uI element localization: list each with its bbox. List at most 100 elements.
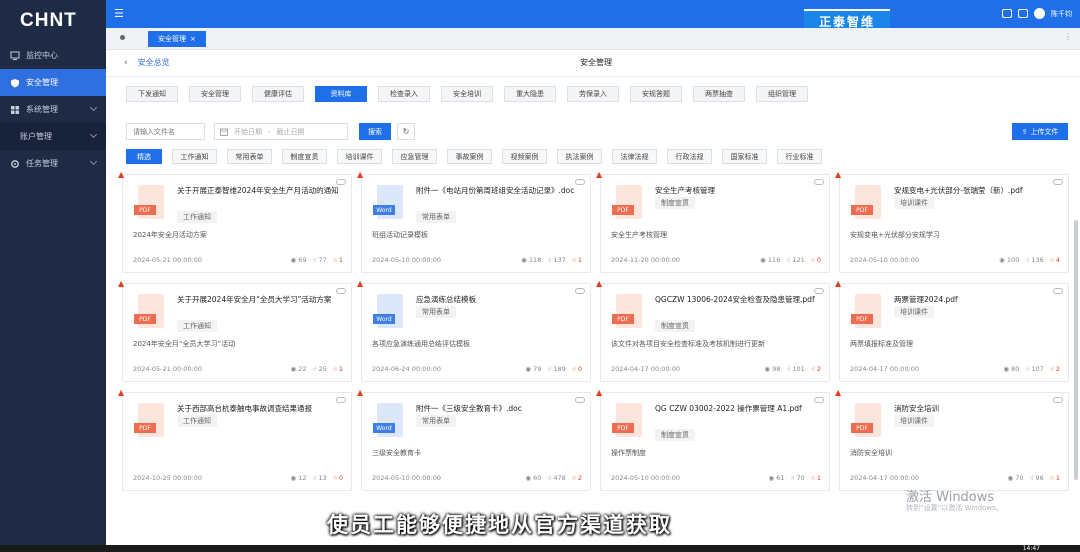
document-card[interactable]: ▲ Word 附件一《三级安全教育卡》.doc 常用表单 三级安全教育卡 2024-05-… — [357, 388, 591, 491]
document-card[interactable]: ▲ PDF 两票管理2024.pdf 培训课件 两票填报标准及管理 2024-04-17 … — [835, 279, 1069, 382]
main-content: ‹ 安全总览 安全管理 下发通知 安全管理 健康评估 资料库 检查录入 安全培训… — [106, 50, 1080, 545]
hot-stat[interactable]: ☝ 1 — [333, 365, 343, 373]
hot-stat[interactable]: ☝ 4 — [1050, 256, 1060, 264]
card-title[interactable]: 关于西部高台杭泰触电事故调查结果通报 — [177, 403, 347, 414]
sidebar-item-monitor[interactable]: 监控中心 — [0, 42, 106, 69]
sub-tab[interactable]: 国家标准 — [722, 149, 767, 164]
search-input[interactable] — [126, 123, 205, 140]
upload-button[interactable]: ⇪ 上传文件 — [1012, 123, 1068, 140]
card-title[interactable]: 附件一《电站月份第周班组安全活动记录》.doc — [416, 185, 586, 196]
sub-tab[interactable]: 事故案例 — [447, 149, 492, 164]
card-title[interactable]: 关于开展正泰智维2024年安全生产月活动的通知 — [177, 185, 347, 196]
word-file-icon: Word — [373, 294, 407, 330]
document-card[interactable]: ▲ Word 应急演练总结模板 常用表单 各项应急演练通用总结评估模板 2024-06-2… — [357, 279, 591, 382]
likes-stat[interactable]: ☝ 96 — [1029, 474, 1043, 482]
likes-stat[interactable]: ☝ 478 — [547, 474, 565, 482]
hot-stat[interactable]: ☝ 1 — [572, 256, 582, 264]
document-card[interactable]: ▲ PDF 安规变电+光伏部分-张瑞莹（新）.pdf 培训课件 安规变电+光伏部分安规学… — [835, 170, 1069, 273]
document-card[interactable]: ▲ PDF 关于开展2024年安全月“全员大学习”活动方案 工作通知 2024年安全月“… — [118, 279, 352, 382]
category-tab[interactable]: 健康评估 — [252, 86, 304, 102]
likes-stat[interactable]: ☝ 25 — [312, 365, 326, 373]
category-tab[interactable]: 下发通知 — [126, 86, 178, 102]
document-card[interactable]: ▲ PDF QGCZW 13006-2024安全检查及隐患管理.pdf 制度宣贯 该文件… — [596, 279, 830, 382]
card-title[interactable]: 两票管理2024.pdf — [894, 294, 1064, 305]
card-title[interactable]: QGCZW 13006-2024安全检查及隐患管理.pdf — [655, 294, 825, 305]
fullscreen-icon[interactable] — [1018, 9, 1028, 18]
category-tab[interactable]: 两票抽查 — [693, 86, 745, 102]
search-button[interactable]: 搜索 — [359, 123, 391, 140]
end-date-field[interactable]: 截止日期 — [277, 127, 305, 137]
sub-tab[interactable]: 应急管理 — [392, 149, 437, 164]
likes-stat[interactable]: ☝ 77 — [312, 256, 326, 264]
likes-stat[interactable]: ☝ 107 — [1025, 365, 1043, 373]
card-title[interactable]: 应急演练总结模板 — [416, 294, 586, 305]
category-tab[interactable]: 组织管理 — [756, 86, 808, 102]
menu-icon[interactable]: ☰ — [114, 7, 124, 20]
back-arrow-icon[interactable]: ‹ — [124, 58, 128, 68]
hot-stat[interactable]: ☝ 1 — [811, 474, 821, 482]
home-dot-icon[interactable] — [120, 35, 125, 40]
user-name[interactable]: 陈千钧 — [1051, 9, 1072, 19]
hot-stat[interactable]: ☝ 2 — [811, 365, 821, 373]
hot-stat[interactable]: ☝ 2 — [572, 474, 582, 482]
breadcrumb[interactable]: ‹ 安全总览 — [124, 57, 170, 68]
card-title[interactable]: 附件一《三级安全教育卡》.doc — [416, 403, 586, 414]
category-tab[interactable]: 重大隐患 — [504, 86, 556, 102]
scrollbar[interactable] — [1074, 220, 1078, 480]
hot-stat[interactable]: ☝ 1 — [1050, 474, 1060, 482]
start-date-field[interactable]: 开始日期 — [234, 127, 262, 137]
category-tab[interactable]: 安规答题 — [630, 86, 682, 102]
likes-stat[interactable]: ☝ 189 — [547, 365, 565, 373]
document-card[interactable]: ▲ PDF 关于开展正泰智维2024年安全生产月活动的通知 工作通知 2024年安全月活… — [118, 170, 352, 273]
card-title[interactable]: 消防安全培训 — [894, 403, 1064, 414]
category-tab[interactable]: 安全管理 — [189, 86, 241, 102]
card-title[interactable]: 安全生产考核管理 — [655, 185, 825, 196]
hot-stat[interactable]: ☝ 2 — [1050, 365, 1060, 373]
document-card[interactable]: ▲ PDF 关于西部高台杭泰触电事故调查结果通报 工作通知 2024-10-25 00:… — [118, 388, 352, 491]
tab-safety-management[interactable]: 安全管理 × — [148, 31, 206, 47]
document-card[interactable]: ▲ PDF QG CZW 03002-2022 操作票管理 A1.pdf 制度宣贯 操作… — [596, 388, 830, 491]
likes-stat[interactable]: ☝ 137 — [547, 256, 565, 264]
sub-tab[interactable]: 行政法规 — [667, 149, 712, 164]
refresh-button[interactable]: ↻ — [397, 123, 415, 140]
sidebar-item-tasks[interactable]: 任务管理 — [0, 150, 106, 177]
more-icon[interactable]: ⋮ — [1064, 32, 1072, 41]
sub-tab[interactable]: 工作通知 — [172, 149, 217, 164]
avatar[interactable] — [1034, 8, 1045, 19]
category-tab[interactable]: 检查录入 — [378, 86, 430, 102]
category-tab[interactable]: 安全培训 — [441, 86, 493, 102]
message-icon[interactable] — [1002, 9, 1012, 18]
card-title[interactable]: 关于开展2024年安全月“全员大学习”活动方案 — [177, 294, 347, 305]
sub-tab[interactable]: 法律法规 — [612, 149, 657, 164]
sub-tab[interactable]: 行业标准 — [777, 149, 822, 164]
sub-tab[interactable]: 执法案例 — [557, 149, 602, 164]
sub-tab[interactable]: 制度宣贯 — [282, 149, 327, 164]
date-range-picker[interactable]: 开始日期 - 截止日期 — [214, 123, 348, 140]
category-tab-active[interactable]: 资料库 — [315, 86, 367, 102]
likes-stat[interactable]: ☝ 70 — [790, 474, 804, 482]
likes-stat[interactable]: ☝ 13 — [312, 474, 326, 482]
hot-stat[interactable]: ☝ 1 — [333, 256, 343, 264]
document-card[interactable]: ▲ Word 附件一《电站月份第周班组安全活动记录》.doc 常用表单 班组活动记录模板… — [357, 170, 591, 273]
document-card[interactable]: ▲ PDF 安全生产考核管理 制度宣贯 安全生产考核管理 2024-11-20 00:00… — [596, 170, 830, 273]
card-title[interactable]: QG CZW 03002-2022 操作票管理 A1.pdf — [655, 403, 825, 414]
sub-tab[interactable]: 常用表单 — [227, 149, 272, 164]
sidebar-item-safety[interactable]: 安全管理 — [0, 69, 106, 96]
hot-stat[interactable]: ☝ 0 — [572, 365, 582, 373]
likes-stat[interactable]: ☝ 101 — [786, 365, 804, 373]
eye-icon: ◉ — [525, 365, 531, 373]
back-label[interactable]: 安全总览 — [138, 57, 170, 68]
likes-stat[interactable]: ☝ 121 — [786, 256, 804, 264]
sidebar-item-account[interactable]: 账户管理 — [0, 123, 106, 150]
document-card[interactable]: ▲ PDF 消防安全培训 培训课件 消防安全培训 2024-04-17 00:00:00 ◉… — [835, 388, 1069, 491]
hot-stat[interactable]: ☝ 0 — [333, 474, 343, 482]
sub-tab[interactable]: 培训课件 — [337, 149, 382, 164]
sub-tab-active[interactable]: 精选 — [126, 149, 162, 164]
sub-tab[interactable]: 视频案例 — [502, 149, 547, 164]
close-icon[interactable]: × — [190, 35, 196, 43]
sidebar-item-system[interactable]: 系统管理 — [0, 96, 106, 123]
likes-stat[interactable]: ☝ 136 — [1025, 256, 1043, 264]
hot-stat[interactable]: ☝ 0 — [811, 256, 821, 264]
category-tab[interactable]: 劳保录入 — [567, 86, 619, 102]
card-title[interactable]: 安规变电+光伏部分-张瑞莹（新）.pdf — [894, 185, 1064, 196]
